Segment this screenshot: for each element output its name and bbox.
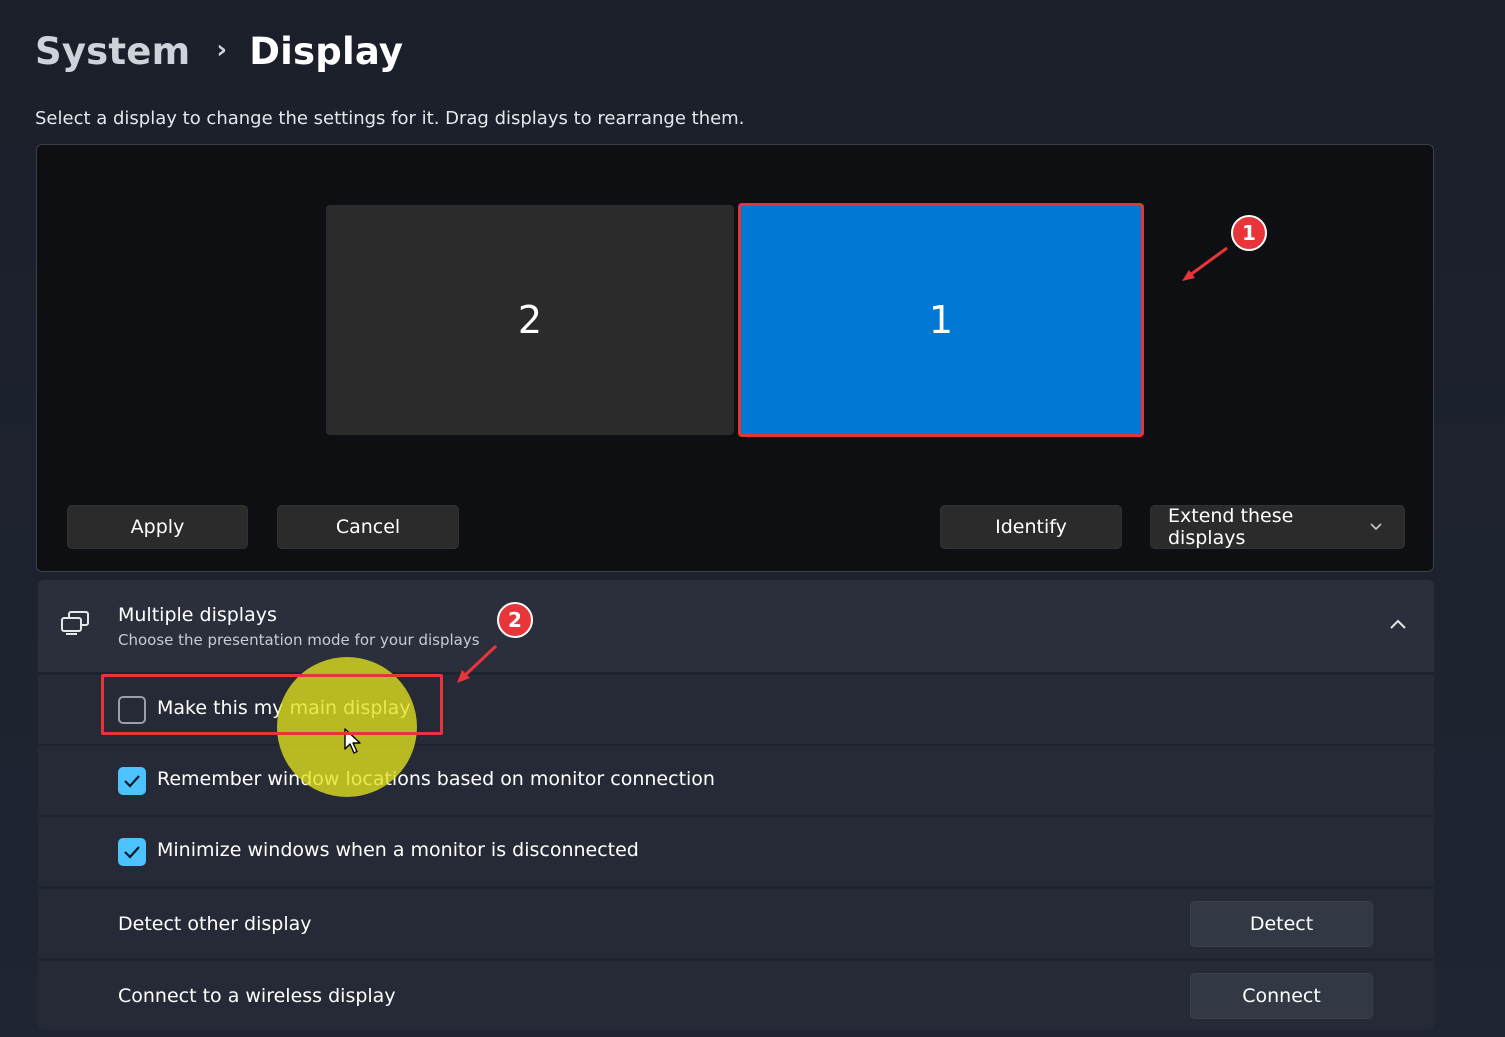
annotation-badge-2: 2 (497, 602, 533, 638)
display-mode-value: Extend these displays (1168, 505, 1294, 549)
multiple-displays-section: Multiple displays Choose the presentatio… (38, 580, 1434, 1032)
main-display-label[interactable]: Make this my main display (157, 697, 411, 719)
display-mode-dropdown[interactable]: Extend these displays (1150, 505, 1405, 549)
detect-button[interactable]: Detect (1190, 901, 1373, 947)
remember-window-locations-row: Remember window locations based on monit… (38, 746, 1434, 815)
section-title: Multiple displays (118, 604, 277, 626)
minimize-windows-row: Minimize windows when a monitor is disco… (38, 817, 1434, 886)
monitor-1-selected[interactable]: 1 (738, 203, 1144, 437)
multiple-displays-header[interactable]: Multiple displays Choose the presentatio… (38, 580, 1434, 672)
multiple-displays-icon (60, 610, 90, 640)
main-display-option-row: Make this my main display (38, 675, 1434, 744)
annotation-arrow-2 (457, 644, 498, 683)
annotation-arrow-1 (1182, 246, 1228, 281)
chevron-right-icon: › (216, 34, 228, 65)
minimize-windows-label[interactable]: Minimize windows when a monitor is disco… (157, 839, 639, 861)
settings-page: System › Display Select a display to cha… (0, 0, 1505, 1037)
apply-button[interactable]: Apply (67, 505, 248, 549)
main-display-checkbox[interactable] (118, 696, 146, 724)
detect-display-label: Detect other display (118, 913, 312, 935)
arrangement-instructions: Select a display to change the settings … (35, 108, 745, 129)
checkmark-icon (124, 775, 140, 788)
detect-display-row: Detect other display Detect (38, 889, 1434, 958)
minimize-windows-checkbox[interactable] (118, 838, 146, 866)
remember-window-locations-label[interactable]: Remember window locations based on monit… (157, 768, 715, 790)
identify-button[interactable]: Identify (940, 505, 1122, 549)
annotation-badge-1: 1 (1231, 215, 1267, 251)
section-description: Choose the presentation mode for your di… (118, 631, 480, 649)
display-arrangement-panel: 2 1 Apply Cancel Identify Extend these d… (36, 144, 1434, 572)
wireless-display-row: Connect to a wireless display Connect (38, 961, 1434, 1030)
monitor-2[interactable]: 2 (326, 205, 734, 435)
page-title: Display (249, 30, 404, 73)
cancel-button[interactable]: Cancel (277, 505, 459, 549)
breadcrumb-system-link[interactable]: System (35, 30, 190, 73)
connect-button[interactable]: Connect (1190, 973, 1373, 1019)
wireless-display-label: Connect to a wireless display (118, 985, 396, 1007)
chevron-up-icon[interactable] (1390, 614, 1406, 633)
remember-window-locations-checkbox[interactable] (118, 767, 146, 795)
breadcrumb: System › Display (35, 30, 403, 73)
checkmark-icon (124, 846, 140, 859)
chevron-down-icon (1370, 519, 1382, 535)
